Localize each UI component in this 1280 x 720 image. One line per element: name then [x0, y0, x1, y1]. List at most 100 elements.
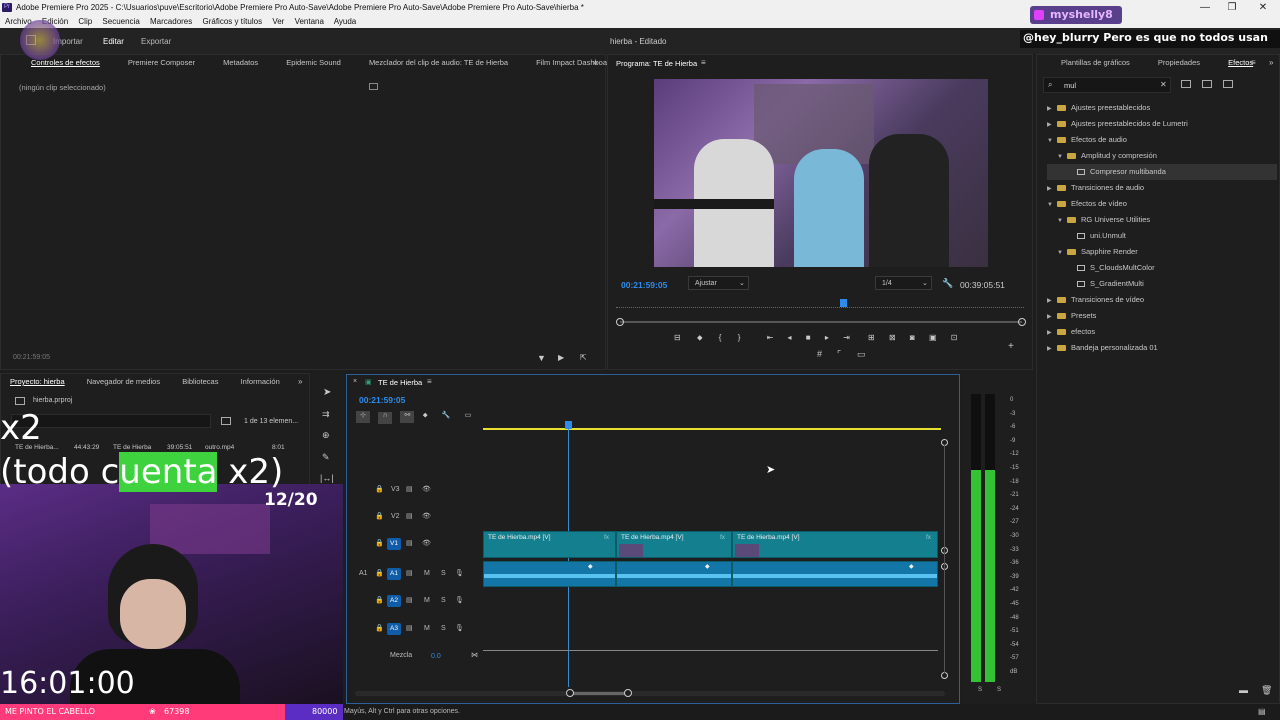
panel-menu-icon[interactable]: ≡	[701, 58, 706, 67]
effects-tree-item[interactable]: ▶ Ajustes preestablecidos	[1047, 100, 1277, 116]
mix-value[interactable]: 0.0	[431, 653, 441, 660]
camera-icon[interactable]: ◙	[910, 333, 915, 342]
multicam-icon[interactable]: ⊡	[951, 333, 958, 342]
tab-info[interactable]: Información	[241, 377, 280, 386]
tab-premiere-composer[interactable]: Premiere Composer	[128, 58, 195, 67]
export-tab[interactable]: Exportar	[141, 37, 171, 46]
effects-tree-item[interactable]: ▼ Sapphire Render	[1047, 244, 1277, 260]
panel-menu-icon[interactable]: ≡	[427, 377, 432, 386]
chevron-right-icon[interactable]: ▶	[1047, 101, 1057, 117]
effects-tree-item[interactable]: ▶ efectos	[1047, 324, 1277, 340]
panel-overflow-icon[interactable]: »	[298, 377, 302, 386]
lock-marker-icon[interactable]: ⊟	[674, 333, 681, 342]
work-area-bar[interactable]	[483, 428, 941, 430]
mix-end-icon[interactable]: ⋈	[471, 651, 478, 659]
chevron-down-icon[interactable]: ▼	[1057, 245, 1067, 261]
audio-clip[interactable]: ◆	[732, 561, 938, 587]
horizontal-scroll-thumb[interactable]	[570, 692, 628, 695]
audio-clip[interactable]: ◆	[483, 561, 616, 587]
chevron-right-icon[interactable]: ▶	[1047, 181, 1057, 197]
solo-button[interactable]: S	[441, 570, 446, 577]
mark-out-icon[interactable]: }	[738, 333, 741, 342]
maximize-button[interactable]: ❐	[1220, 0, 1244, 15]
zoom-handle-left[interactable]	[616, 318, 624, 326]
effects-tree-item[interactable]: ▶ Bandeja personalizada 01	[1047, 340, 1277, 356]
timeline-timecode[interactable]: 00:21:59:05	[359, 395, 405, 405]
export-frame-icon[interactable]: ▶	[558, 353, 564, 362]
captions-icon[interactable]: ▭	[465, 412, 472, 419]
effects-tree-item[interactable]: uni.Unmult	[1047, 228, 1277, 244]
zoom-handle-right[interactable]	[1018, 318, 1026, 326]
bin-icon[interactable]	[221, 417, 231, 425]
sync-lock-icon[interactable]: ▤	[406, 624, 413, 632]
mute-button[interactable]: M	[424, 597, 430, 604]
delete-icon[interactable]: 🗑	[1261, 685, 1272, 696]
mute-button[interactable]: M	[424, 570, 430, 577]
eye-icon[interactable]: 👁	[422, 512, 431, 520]
vertical-scrollbar[interactable]	[944, 445, 945, 673]
new-bin-icon[interactable]: ▬	[1239, 685, 1248, 695]
sequence-tab[interactable]: TE de Hierba	[378, 378, 422, 387]
step-forward-icon[interactable]: ▸	[825, 333, 829, 342]
share-icon[interactable]: ⇱	[580, 353, 587, 362]
timeline-playhead-head[interactable]	[565, 421, 572, 429]
track-name[interactable]: A2	[387, 595, 401, 607]
chevron-down-icon[interactable]: ▼	[1057, 149, 1067, 165]
tab-project[interactable]: Proyecto: hierba	[10, 377, 65, 386]
chevron-down-icon[interactable]: ▼	[1047, 197, 1057, 213]
track-name[interactable]: A1	[387, 568, 401, 580]
tab-audio-clip-mixer[interactable]: Mezclador del clip de audio: TE de Hierb…	[369, 58, 508, 67]
solo-button[interactable]: S	[441, 625, 446, 632]
slip-tool-icon[interactable]: |↔|	[320, 473, 334, 483]
extract-icon[interactable]: ⊠	[889, 333, 896, 342]
effects-tree-item[interactable]: ▼ Efectos de audio	[1047, 132, 1277, 148]
wrench-icon[interactable]: 🔧	[942, 278, 953, 289]
effects-tree-item[interactable]: Compresor multibanda	[1047, 164, 1277, 180]
clear-search-icon[interactable]: ✕	[1160, 80, 1167, 89]
horizontal-scrollbar[interactable]	[355, 691, 945, 696]
effects-tree-item[interactable]: S_GradientMulti	[1047, 276, 1277, 292]
effects-search-input[interactable]: mul	[1064, 81, 1076, 90]
mic-icon[interactable]: 🎙	[455, 596, 464, 604]
vr-icon[interactable]: ▭	[857, 349, 866, 360]
solo-right-button[interactable]: S	[997, 687, 1001, 693]
fit-dropdown[interactable]: Ajustar ⌄	[688, 276, 749, 290]
scroll-handle-left[interactable]	[566, 689, 574, 697]
effects-tree-item[interactable]: ▶ Transiciones de audio	[1047, 180, 1277, 196]
tab-graphics-templates[interactable]: Plantillas de gráficos	[1061, 58, 1130, 67]
menu-ver[interactable]: Ver	[272, 17, 284, 26]
close-sequence-icon[interactable]: ×	[353, 378, 357, 385]
chevron-right-icon[interactable]: ▶	[1047, 325, 1057, 341]
track-select-tool-icon[interactable]: ⇉	[322, 409, 330, 420]
lock-icon[interactable]: 🔒	[375, 569, 384, 577]
chevron-right-icon[interactable]: ▶	[1047, 309, 1057, 325]
tab-libraries[interactable]: Bibliotecas	[182, 377, 218, 386]
eye-icon[interactable]: 👁	[422, 485, 431, 493]
minimize-button[interactable]: —	[1193, 0, 1217, 15]
edit-tab[interactable]: Editar	[103, 37, 124, 46]
tab-effects[interactable]: Efectos	[1228, 58, 1253, 67]
tab-media-browser[interactable]: Navegador de medios	[87, 377, 160, 386]
effects-search-box[interactable]: ⌕ mul ✕	[1043, 77, 1171, 93]
lift-icon[interactable]: ⊞	[868, 333, 875, 342]
yuv-effects-icon[interactable]	[1223, 80, 1233, 88]
menu-marcadores[interactable]: Marcadores	[150, 17, 192, 26]
add-marker-icon[interactable]: ⬥	[697, 333, 703, 342]
ripple-edit-tool-icon[interactable]: ⊕	[322, 430, 330, 441]
linked-selection-icon[interactable]: ⚯	[400, 411, 415, 423]
tab-properties[interactable]: Propiedades	[1158, 58, 1200, 67]
program-ruler[interactable]	[616, 302, 1024, 308]
toggle-view-icon[interactable]	[369, 83, 378, 90]
stop-icon[interactable]: ■	[806, 333, 811, 342]
selection-tool-icon[interactable]: ➤	[323, 387, 331, 398]
mic-icon[interactable]: 🎙	[455, 569, 464, 577]
effects-tree-item[interactable]: ▼ Efectos de vídeo	[1047, 196, 1277, 212]
program-playhead[interactable]	[840, 299, 847, 307]
solo-left-button[interactable]: S	[978, 687, 982, 693]
filter-icon[interactable]: ▼	[537, 353, 546, 363]
menu-clip[interactable]: Clip	[78, 17, 92, 26]
solo-button[interactable]: S	[441, 597, 446, 604]
effects-tree-item[interactable]: S_CloudsMultColor	[1047, 260, 1277, 276]
step-back-icon[interactable]: ◂	[788, 333, 792, 342]
chevron-down-icon[interactable]: ▼	[1057, 213, 1067, 229]
